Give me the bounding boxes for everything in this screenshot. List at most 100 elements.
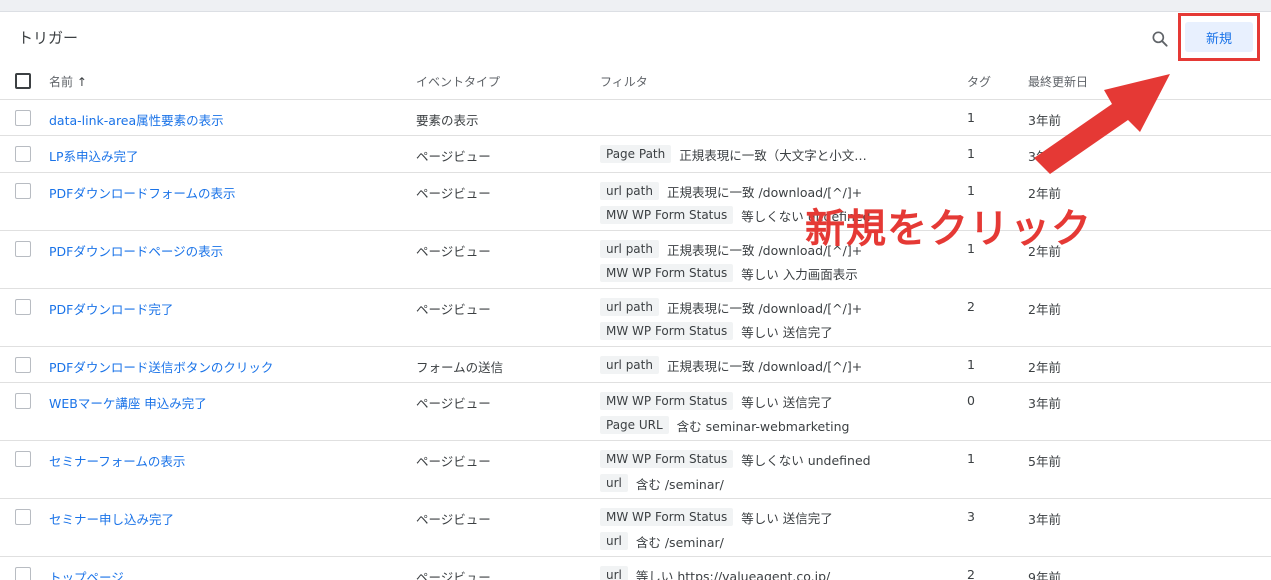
row-checkbox[interactable] bbox=[15, 241, 31, 257]
row-checkbox[interactable] bbox=[15, 183, 31, 199]
filter-condition: MW WP Form Status 等しい 送信完了 bbox=[600, 319, 940, 343]
table-row[interactable]: セミナーフォームの表示 ページビュー MW WP Form Status 等しくな… bbox=[0, 441, 1271, 499]
filter-condition: MW WP Form Status 等しくない undefined bbox=[600, 447, 940, 471]
filter-variable-chip: url bbox=[600, 532, 628, 550]
trigger-name-link[interactable]: WEBマーケ講座 申込み完了 bbox=[49, 393, 207, 412]
tag-count: 1 bbox=[967, 110, 975, 125]
trigger-name-link[interactable]: data-link-area属性要素の表示 bbox=[49, 110, 224, 129]
tag-count: 0 bbox=[967, 393, 975, 408]
tag-count: 3 bbox=[967, 509, 975, 524]
page-title: トリガー bbox=[18, 29, 79, 47]
filter-condition: Page Path 正規表現に一致（大文字と小文… bbox=[600, 142, 940, 166]
triggers-header: トリガー 新規 bbox=[0, 12, 1271, 62]
trigger-name-link[interactable]: LP系申込み完了 bbox=[49, 146, 139, 165]
filter-value: 正規表現に一致 /download/[^/]+ bbox=[666, 300, 863, 316]
filter-variable-chip: MW WP Form Status bbox=[600, 206, 734, 224]
filter-condition: MW WP Form Status 等しい 送信完了 bbox=[600, 389, 940, 413]
row-checkbox[interactable] bbox=[15, 146, 31, 162]
top-strip bbox=[0, 0, 1271, 12]
filter-list: MW WP Form Status 等しい 送信完了 url 含む /seminar… bbox=[600, 505, 940, 553]
new-button-highlight: 新規 bbox=[1178, 13, 1260, 61]
column-filter-header: フィルタ bbox=[600, 75, 648, 89]
filter-value: 等しい https://valueagent.co.jp/ bbox=[635, 568, 831, 580]
trigger-name-link[interactable]: セミナー申し込み完了 bbox=[49, 509, 174, 528]
filter-variable-chip: Page URL bbox=[600, 416, 669, 434]
filter-condition: url path 正規表現に一致 /download/[^/]+ bbox=[600, 353, 940, 377]
row-checkbox[interactable] bbox=[15, 357, 31, 373]
filter-value: 等しくない undefined bbox=[741, 452, 871, 468]
row-checkbox[interactable] bbox=[15, 393, 31, 409]
table-row[interactable]: トップページ ページビュー url 等しい https://valueagent.… bbox=[0, 557, 1271, 580]
filter-value: 含む /seminar/ bbox=[635, 534, 724, 550]
filter-value: 正規表現に一致（大文字と小文… bbox=[679, 147, 867, 163]
annotation-arrow-icon bbox=[1034, 74, 1170, 174]
filter-variable-chip: MW WP Form Status bbox=[600, 264, 734, 282]
trigger-name-link[interactable]: PDFダウンロード送信ボタンのクリック bbox=[49, 357, 273, 376]
filter-variable-chip: MW WP Form Status bbox=[600, 508, 734, 526]
trigger-name-link[interactable]: トップページ bbox=[49, 567, 124, 580]
tag-count: 2 bbox=[967, 567, 975, 580]
tag-count: 1 bbox=[967, 146, 975, 161]
table-row[interactable]: セミナー申し込み完了 ページビュー MW WP Form Status 等しい 送… bbox=[0, 499, 1271, 557]
filter-value: 等しい 送信完了 bbox=[741, 394, 833, 410]
column-event-type-header: イベントタイプ bbox=[416, 75, 501, 89]
table-row[interactable]: WEBマーケ講座 申込み完了 ページビュー MW WP Form Status 等… bbox=[0, 383, 1271, 441]
filter-variable-chip: url path bbox=[600, 240, 659, 258]
last-updated: 2年前 bbox=[1028, 360, 1061, 375]
event-type: ページビュー bbox=[416, 186, 491, 201]
select-all-checkbox[interactable] bbox=[15, 73, 31, 89]
filter-list: url path 正規表現に一致 /download/[^/]+ MW WP Fo… bbox=[600, 295, 940, 343]
filter-value: 等しい 入力画面表示 bbox=[741, 266, 858, 282]
row-checkbox[interactable] bbox=[15, 567, 31, 580]
filter-list: url 等しい https://valueagent.co.jp/ bbox=[600, 563, 940, 580]
event-type: ページビュー bbox=[416, 149, 491, 164]
column-name-header[interactable]: 名前 ↑ bbox=[49, 73, 87, 90]
event-type: ページビュー bbox=[416, 512, 491, 527]
filter-value: 正規表現に一致 /download/[^/]+ bbox=[666, 358, 863, 374]
last-updated: 3年前 bbox=[1028, 396, 1061, 411]
table-row[interactable]: PDFダウンロード送信ボタンのクリック フォームの送信 url path 正規表現… bbox=[0, 347, 1271, 383]
row-checkbox[interactable] bbox=[15, 299, 31, 315]
filter-variable-chip: url path bbox=[600, 298, 659, 316]
filter-variable-chip: Page Path bbox=[600, 145, 672, 163]
event-type: ページビュー bbox=[416, 396, 491, 411]
last-updated: 9年前 bbox=[1028, 570, 1061, 580]
column-name-label: 名前 bbox=[49, 75, 74, 89]
filter-value: 等しい 送信完了 bbox=[741, 510, 833, 526]
filter-variable-chip: MW WP Form Status bbox=[600, 450, 734, 468]
sort-ascending-icon: ↑ bbox=[76, 75, 87, 89]
filter-variable-chip: url bbox=[600, 566, 628, 580]
filter-condition: url 含む /seminar/ bbox=[600, 471, 940, 495]
filter-variable-chip: MW WP Form Status bbox=[600, 392, 734, 410]
filter-variable-chip: url bbox=[600, 474, 628, 492]
last-updated: 3年前 bbox=[1028, 512, 1061, 527]
row-checkbox[interactable] bbox=[15, 451, 31, 467]
event-type: フォームの送信 bbox=[416, 360, 504, 375]
filter-list: Page Path 正規表現に一致（大文字と小文… bbox=[600, 142, 940, 166]
event-type: 要素の表示 bbox=[416, 113, 479, 128]
trigger-name-link[interactable]: セミナーフォームの表示 bbox=[49, 451, 185, 470]
row-checkbox[interactable] bbox=[15, 110, 31, 126]
new-button[interactable]: 新規 bbox=[1185, 22, 1253, 52]
table-row[interactable]: PDFダウンロード完了 ページビュー url path 正規表現に一致 /down… bbox=[0, 289, 1271, 347]
filter-list: url path 正規表現に一致 /download/[^/]+ bbox=[600, 353, 940, 377]
event-type: ページビュー bbox=[416, 570, 491, 580]
filter-list: MW WP Form Status 等しくない undefined url 含む /… bbox=[600, 447, 940, 495]
filter-condition: url 等しい https://valueagent.co.jp/ bbox=[600, 563, 940, 580]
search-icon[interactable] bbox=[1150, 29, 1170, 49]
tag-count: 1 bbox=[967, 357, 975, 372]
filter-condition: url 含む /seminar/ bbox=[600, 529, 940, 553]
trigger-name-link[interactable]: PDFダウンロード完了 bbox=[49, 299, 173, 318]
last-updated: 2年前 bbox=[1028, 302, 1061, 317]
filter-variable-chip: url path bbox=[600, 356, 659, 374]
row-checkbox[interactable] bbox=[15, 509, 31, 525]
last-updated: 5年前 bbox=[1028, 454, 1061, 469]
event-type: ページビュー bbox=[416, 302, 491, 317]
filter-condition: Page URL 含む seminar-webmarketing bbox=[600, 413, 940, 437]
filter-variable-chip: MW WP Form Status bbox=[600, 322, 734, 340]
event-type: ページビュー bbox=[416, 454, 491, 469]
tag-count: 1 bbox=[967, 451, 975, 466]
trigger-name-link[interactable]: PDFダウンロードページの表示 bbox=[49, 241, 223, 260]
filter-value: 含む seminar-webmarketing bbox=[676, 418, 850, 434]
trigger-name-link[interactable]: PDFダウンロードフォームの表示 bbox=[49, 183, 235, 202]
